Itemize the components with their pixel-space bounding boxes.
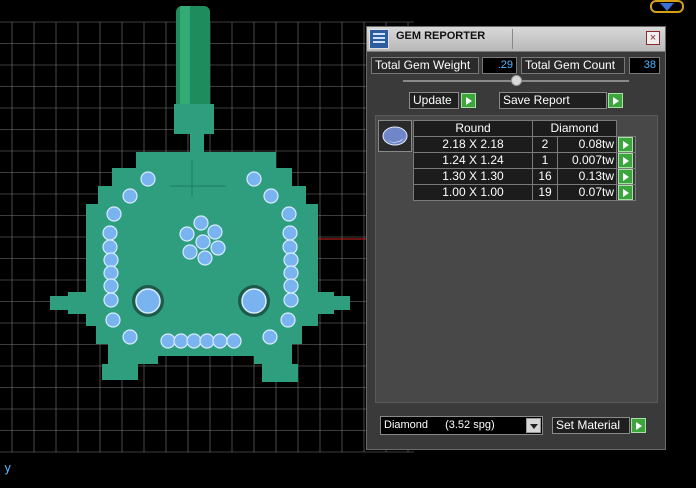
gem-qty: 19 bbox=[532, 184, 558, 201]
material-select-spg: (3.52 spg) bbox=[445, 419, 495, 431]
y-axis-label: y bbox=[4, 461, 12, 475]
gem-report-area: Round Diamond 2.18 X 2.18 2 0.08tw 1.24 … bbox=[375, 115, 658, 403]
gem-stone[interactable] bbox=[207, 224, 223, 240]
large-gem-stone[interactable] bbox=[135, 288, 161, 314]
gem-size: 1.00 X 1.00 bbox=[413, 184, 533, 201]
gem-stone[interactable] bbox=[199, 333, 215, 349]
row-go-icon[interactable] bbox=[618, 153, 633, 168]
material-select-name: Diamond bbox=[384, 419, 429, 431]
gem-stone[interactable] bbox=[105, 312, 121, 328]
gem-stone[interactable] bbox=[282, 239, 298, 255]
gem-stone[interactable] bbox=[122, 329, 138, 345]
pendant-bail-highlight bbox=[180, 6, 190, 112]
gem-stone[interactable] bbox=[282, 225, 298, 241]
gem-logo-icon bbox=[650, 0, 684, 13]
gem-report-table: Round Diamond 2.18 X 2.18 2 0.08tw 1.24 … bbox=[413, 120, 636, 201]
large-gem-stone[interactable] bbox=[241, 288, 267, 314]
gem-stone[interactable] bbox=[280, 312, 296, 328]
pendant-bail-base bbox=[174, 104, 214, 134]
gem-size: 1.30 X 1.30 bbox=[413, 168, 533, 185]
panel-slider-handle[interactable] bbox=[511, 75, 522, 86]
gem-weight: 0.13tw bbox=[557, 168, 617, 185]
gem-stone[interactable] bbox=[212, 333, 228, 349]
pendant-neck bbox=[190, 130, 204, 154]
close-button[interactable]: × bbox=[646, 31, 660, 45]
gem-weight: 0.007tw bbox=[557, 152, 617, 169]
gem-stone[interactable] bbox=[246, 171, 262, 187]
row-go-icon[interactable] bbox=[618, 185, 633, 200]
update-button[interactable]: Update bbox=[409, 92, 459, 109]
gem-stone[interactable] bbox=[262, 329, 278, 345]
material-select[interactable]: Diamond (3.52 spg) bbox=[380, 416, 543, 435]
gem-stone[interactable] bbox=[263, 188, 279, 204]
save-report-go-icon[interactable] bbox=[608, 93, 623, 108]
gem-stone[interactable] bbox=[283, 278, 299, 294]
gem-stone[interactable] bbox=[226, 333, 242, 349]
gem-stone[interactable] bbox=[103, 252, 119, 268]
total-gem-weight-label: Total Gem Weight bbox=[371, 57, 479, 74]
gem-stone[interactable] bbox=[102, 225, 118, 241]
chevron-down-icon[interactable] bbox=[526, 418, 541, 433]
gem-stone[interactable] bbox=[283, 265, 299, 281]
panel-title: GEM REPORTER bbox=[396, 30, 486, 42]
gem-qty: 2 bbox=[532, 136, 558, 153]
gem-stone[interactable] bbox=[103, 292, 119, 308]
gem-stone[interactable] bbox=[210, 240, 226, 256]
total-gem-count-label: Total Gem Count bbox=[521, 57, 625, 74]
total-gem-count-value: 38 bbox=[629, 57, 660, 74]
table-header-row: Round Diamond bbox=[413, 120, 636, 137]
gem-size: 2.18 X 2.18 bbox=[413, 136, 533, 153]
update-go-icon[interactable] bbox=[461, 93, 476, 108]
gem-stone[interactable] bbox=[283, 252, 299, 268]
gem-stone[interactable] bbox=[122, 188, 138, 204]
gem-stone[interactable] bbox=[140, 171, 156, 187]
gem-stone[interactable] bbox=[160, 333, 176, 349]
column-header-material: Diamond bbox=[532, 120, 617, 137]
gem-reporter-panel: GEM REPORTER × Total Gem Weight .29 Tota… bbox=[366, 26, 666, 450]
gem-stone[interactable] bbox=[195, 234, 211, 250]
titlebar-divider bbox=[512, 29, 513, 49]
total-gem-weight-value: .29 bbox=[482, 57, 517, 74]
table-row[interactable]: 2.18 X 2.18 2 0.08tw bbox=[413, 136, 636, 153]
set-material-go-icon[interactable] bbox=[631, 418, 646, 433]
row-go-icon[interactable] bbox=[618, 137, 633, 152]
table-row[interactable]: 1.00 X 1.00 19 0.07tw bbox=[413, 184, 636, 201]
gem-reporter-icon bbox=[369, 29, 389, 49]
gem-stone[interactable] bbox=[173, 333, 189, 349]
gem-stone[interactable] bbox=[283, 292, 299, 308]
gem-size: 1.24 X 1.24 bbox=[413, 152, 533, 169]
gem-stone[interactable] bbox=[197, 250, 213, 266]
column-header-shape: Round bbox=[413, 120, 533, 137]
gem-stone[interactable] bbox=[103, 265, 119, 281]
table-row[interactable]: 1.24 X 1.24 1 0.007tw bbox=[413, 152, 636, 169]
panel-titlebar[interactable]: GEM REPORTER × bbox=[367, 27, 665, 52]
save-report-button[interactable]: Save Report bbox=[499, 92, 607, 109]
table-row[interactable]: 1.30 X 1.30 16 0.13tw bbox=[413, 168, 636, 185]
gem-weight: 0.08tw bbox=[557, 136, 617, 153]
gem-qty: 1 bbox=[532, 152, 558, 169]
gem-weight: 0.07tw bbox=[557, 184, 617, 201]
set-material-button[interactable]: Set Material bbox=[552, 417, 630, 434]
gem-stone[interactable] bbox=[182, 244, 198, 260]
gem-stone[interactable] bbox=[281, 206, 297, 222]
gem-stone[interactable] bbox=[106, 206, 122, 222]
gem-stone[interactable] bbox=[103, 278, 119, 294]
gem-stone[interactable] bbox=[102, 239, 118, 255]
round-gem-thumbnail-icon bbox=[378, 120, 412, 152]
gem-qty: 16 bbox=[532, 168, 558, 185]
gem-stone[interactable] bbox=[179, 226, 195, 242]
row-go-icon[interactable] bbox=[618, 169, 633, 184]
gem-stone[interactable] bbox=[193, 215, 209, 231]
gem-stone[interactable] bbox=[186, 333, 202, 349]
